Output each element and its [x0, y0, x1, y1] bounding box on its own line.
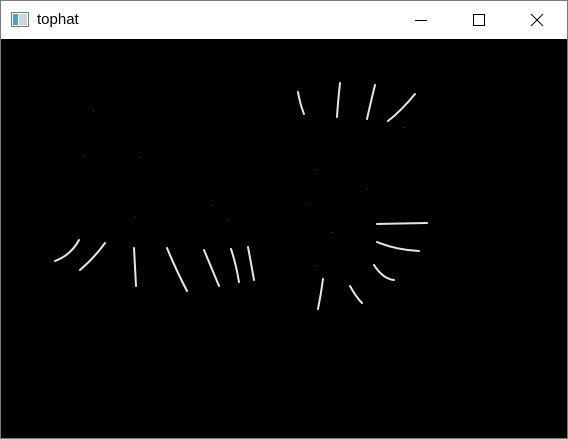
window-title: tophat: [37, 11, 79, 28]
minimize-button[interactable]: [392, 1, 450, 39]
maximize-button[interactable]: [450, 1, 508, 39]
minimize-icon: [415, 20, 427, 21]
image-canvas: [1, 39, 567, 438]
title-bar[interactable]: tophat: [1, 1, 567, 39]
tophat-result-image: [54, 82, 428, 310]
close-button[interactable]: [508, 1, 566, 39]
close-icon: [530, 13, 544, 27]
opencv-window-icon: [11, 12, 29, 27]
app-window: tophat: [0, 0, 568, 439]
maximize-icon: [473, 14, 485, 26]
